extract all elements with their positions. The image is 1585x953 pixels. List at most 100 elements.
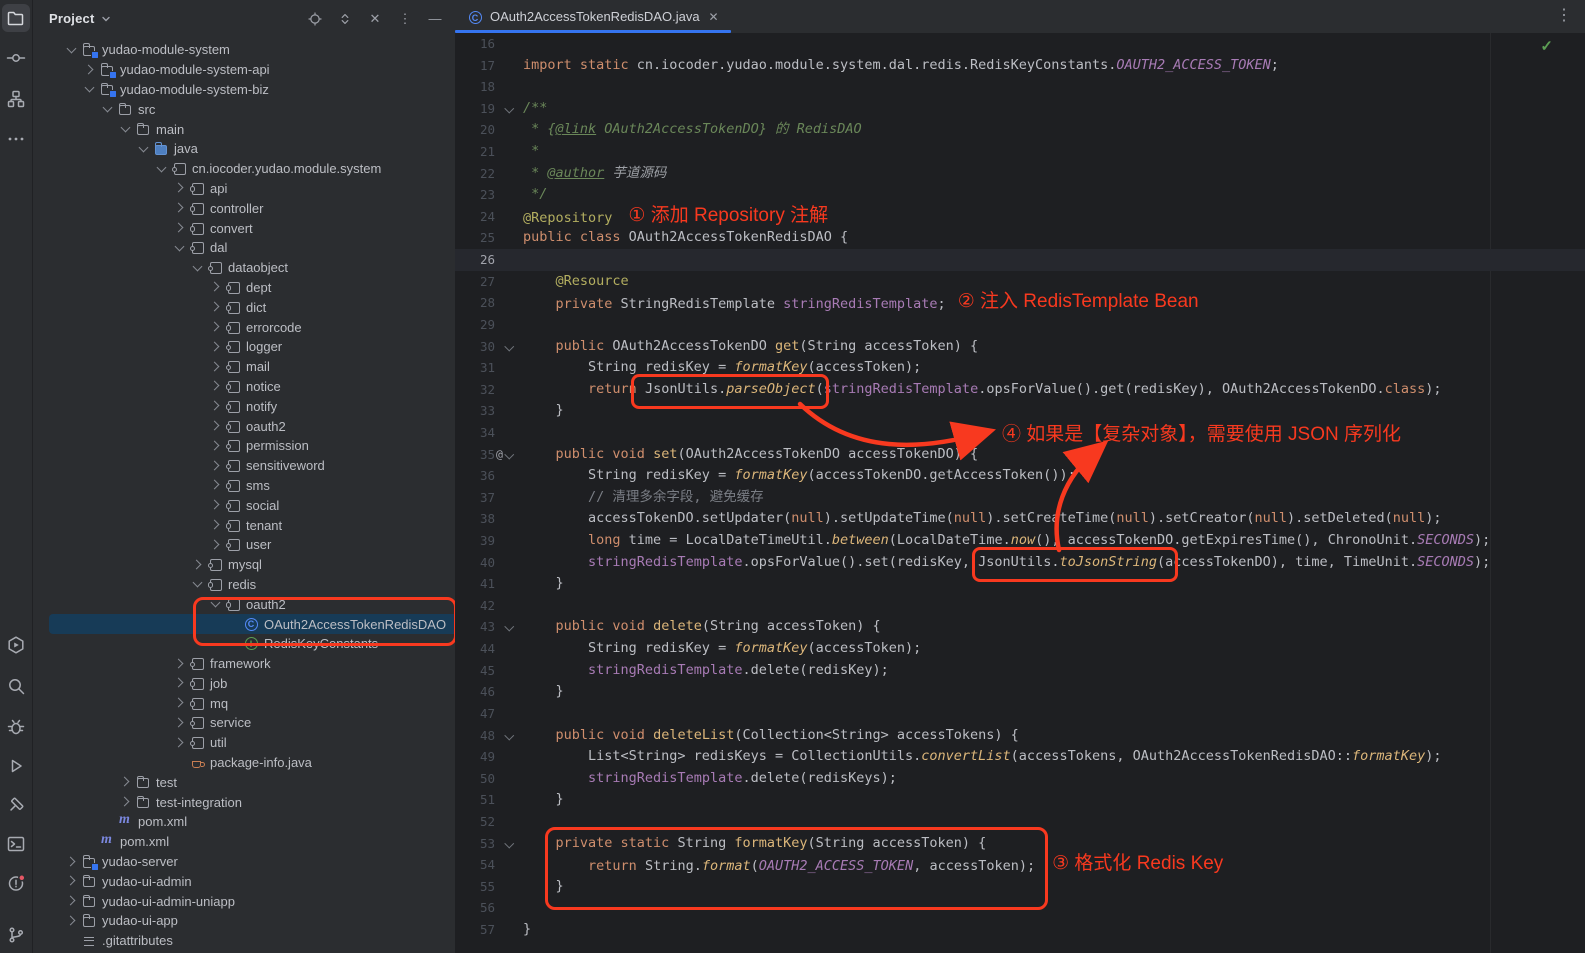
editor-options-kebab-icon[interactable]: ⋮: [1556, 5, 1572, 25]
tree-row[interactable]: logger: [32, 337, 455, 357]
tree-row[interactable]: framework: [32, 654, 455, 674]
collapse-all-icon[interactable]: ✕: [367, 11, 383, 27]
tree-row[interactable]: RedisKeyConstants: [32, 634, 455, 654]
tree-row[interactable]: yudao-ui-admin: [32, 871, 455, 891]
chevron-right-icon[interactable]: [207, 418, 225, 434]
chevron-right-icon[interactable]: [63, 873, 81, 889]
chevron-down-icon[interactable]: [189, 576, 207, 592]
chevron-right-icon[interactable]: [63, 854, 81, 870]
locate-icon[interactable]: [307, 11, 323, 27]
fold-chevron-icon[interactable]: [495, 98, 523, 120]
tree-row[interactable]: api: [32, 179, 455, 199]
search-icon[interactable]: [2, 672, 30, 700]
tree-row[interactable]: permission: [32, 436, 455, 456]
fold-chevron-icon[interactable]: [495, 336, 523, 358]
hide-icon[interactable]: —: [427, 11, 443, 27]
tree-row[interactable]: redis: [32, 575, 455, 595]
tree-row[interactable]: java: [32, 139, 455, 159]
tree-row[interactable]: src: [32, 99, 455, 119]
chevron-down-icon[interactable]: [63, 42, 81, 58]
tree-row[interactable]: notify: [32, 396, 455, 416]
chevron-right-icon[interactable]: [207, 438, 225, 454]
chevron-down-icon[interactable]: [99, 101, 117, 117]
chevron-right-icon[interactable]: [207, 378, 225, 394]
chevron-right-icon[interactable]: [207, 359, 225, 375]
chevron-down-icon[interactable]: [117, 121, 135, 137]
tree-row[interactable]: service: [32, 713, 455, 733]
tree-row[interactable]: test-integration: [32, 792, 455, 812]
tree-row[interactable]: package-info.java: [32, 753, 455, 773]
tree-row[interactable]: yudao-ui-app: [32, 911, 455, 931]
chevron-right-icon[interactable]: [171, 695, 189, 711]
tree-row[interactable]: main: [32, 119, 455, 139]
tree-row[interactable]: yudao-module-system: [32, 40, 455, 60]
chevron-right-icon[interactable]: [171, 656, 189, 672]
chevron-right-icon[interactable]: [81, 62, 99, 78]
tree-row[interactable]: yudao-module-system-biz: [32, 80, 455, 100]
tree-row[interactable]: dept: [32, 278, 455, 298]
chevron-right-icon[interactable]: [207, 537, 225, 553]
editor-tab[interactable]: OAuth2AccessTokenRedisDAO.java ✕: [455, 0, 731, 33]
run-icon[interactable]: [2, 752, 30, 780]
tree-row[interactable]: errorcode: [32, 317, 455, 337]
tree-row[interactable]: sensitiveword: [32, 456, 455, 476]
inspection-ok-icon[interactable]: ✓: [1540, 37, 1553, 55]
chevron-right-icon[interactable]: [207, 279, 225, 295]
options-icon[interactable]: ⋮: [397, 11, 413, 27]
tree-row[interactable]: social: [32, 495, 455, 515]
chevron-right-icon[interactable]: [207, 339, 225, 355]
structure-icon[interactable]: [2, 85, 30, 113]
tree-row[interactable]: dataobject: [32, 258, 455, 278]
fold-chevron-icon[interactable]: [495, 725, 523, 747]
chevron-right-icon[interactable]: [189, 557, 207, 573]
chevron-right-icon[interactable]: [117, 794, 135, 810]
tree-row[interactable]: mq: [32, 693, 455, 713]
tree-row[interactable]: cn.iocoder.yudao.module.system: [32, 159, 455, 179]
tree-row[interactable]: test: [32, 772, 455, 792]
tree-row[interactable]: pom.xml: [32, 812, 455, 832]
tree-row[interactable]: convert: [32, 218, 455, 238]
expand-collapse-icon[interactable]: [337, 11, 353, 27]
chevron-right-icon[interactable]: [63, 913, 81, 929]
fold-chevron-icon[interactable]: @: [495, 444, 523, 466]
chevron-right-icon[interactable]: [207, 458, 225, 474]
tree-row[interactable]: yudao-server: [32, 852, 455, 872]
tree-row[interactable]: dal: [32, 238, 455, 258]
chevron-down-icon[interactable]: [81, 81, 99, 97]
tree-row[interactable]: .gitattributes: [32, 931, 455, 951]
fold-chevron-icon[interactable]: [495, 833, 523, 855]
tree-row[interactable]: mail: [32, 357, 455, 377]
tree-row[interactable]: dict: [32, 297, 455, 317]
tree-row[interactable]: yudao-ui-admin-uniapp: [32, 891, 455, 911]
problems-icon[interactable]: [2, 869, 30, 897]
chevron-right-icon[interactable]: [63, 893, 81, 909]
chevron-right-icon[interactable]: [171, 735, 189, 751]
chevron-right-icon[interactable]: [207, 497, 225, 513]
chevron-right-icon[interactable]: [171, 180, 189, 196]
more-icon[interactable]: [2, 125, 30, 153]
tree-row[interactable]: oauth2: [32, 416, 455, 436]
chevron-down-icon[interactable]: [171, 240, 189, 256]
commit-icon[interactable]: [2, 44, 30, 72]
build-icon[interactable]: [2, 791, 30, 819]
chevron-right-icon[interactable]: [207, 319, 225, 335]
tree-row[interactable]: OAuth2AccessTokenRedisDAO: [32, 614, 455, 634]
chevron-right-icon[interactable]: [207, 517, 225, 533]
version-control-icon[interactable]: [2, 921, 30, 949]
fold-chevron-icon[interactable]: [495, 616, 523, 638]
tree-row[interactable]: yudao-module-system-api: [32, 60, 455, 80]
tree-row[interactable]: util: [32, 733, 455, 753]
chevron-right-icon[interactable]: [207, 477, 225, 493]
project-icon[interactable]: [2, 4, 30, 32]
tree-row[interactable]: sms: [32, 476, 455, 496]
tree-row[interactable]: job: [32, 674, 455, 694]
tree-row[interactable]: user: [32, 535, 455, 555]
chevron-down-icon[interactable]: [100, 13, 112, 25]
chevron-down-icon[interactable]: [189, 260, 207, 276]
chevron-right-icon[interactable]: [207, 299, 225, 315]
chevron-down-icon[interactable]: [207, 596, 225, 612]
tree-row[interactable]: tenant: [32, 515, 455, 535]
chevron-right-icon[interactable]: [117, 774, 135, 790]
tree-row[interactable]: oauth2: [32, 594, 455, 614]
chevron-down-icon[interactable]: [153, 161, 171, 177]
